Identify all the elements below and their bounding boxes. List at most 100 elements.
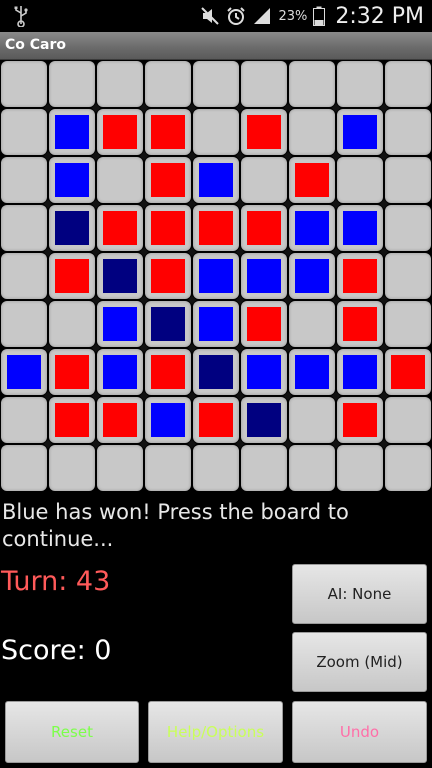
board-cell[interactable] [241,109,287,155]
board-cell[interactable] [145,301,191,347]
board-cell[interactable] [97,157,143,203]
board-cell[interactable] [289,205,335,251]
board-cell[interactable] [241,157,287,203]
board-cell[interactable] [97,109,143,155]
board-cell[interactable] [193,397,239,443]
board-cell[interactable] [49,349,95,395]
board-cell[interactable] [289,157,335,203]
undo-button[interactable]: Undo [292,701,427,763]
board-cell[interactable] [241,301,287,347]
board-cell[interactable] [241,445,287,491]
board-cell[interactable] [385,253,431,299]
board-cell[interactable] [289,445,335,491]
board-cell[interactable] [145,349,191,395]
board-cell[interactable] [241,253,287,299]
board-cell[interactable] [337,109,383,155]
red-stone [103,115,137,149]
board-cell[interactable] [145,61,191,107]
board-cell[interactable] [49,205,95,251]
red-stone [199,403,233,437]
board-cell[interactable] [289,109,335,155]
board-cell[interactable] [49,301,95,347]
board-cell[interactable] [337,349,383,395]
blue-stone [55,115,89,149]
zoom-button[interactable]: Zoom (Mid) [292,632,427,692]
board-cell[interactable] [145,445,191,491]
board-cell[interactable] [385,205,431,251]
board-cell[interactable] [1,61,47,107]
board-cell[interactable] [1,205,47,251]
clock: 2:32 PM [335,3,424,29]
board-cell[interactable] [385,301,431,347]
board-cell[interactable] [385,109,431,155]
board-cell[interactable] [49,445,95,491]
board-cell[interactable] [337,205,383,251]
board-cell[interactable] [241,349,287,395]
board-cell[interactable] [337,445,383,491]
ai-mode-button[interactable]: AI: None [292,564,427,624]
board-cell[interactable] [193,301,239,347]
score-display: Score: 0 [1,635,112,666]
board-cell[interactable] [337,157,383,203]
board-cell[interactable] [289,301,335,347]
board-cell[interactable] [337,397,383,443]
board-cell[interactable] [145,253,191,299]
board-cell[interactable] [193,445,239,491]
board-cell[interactable] [49,61,95,107]
board-cell[interactable] [193,349,239,395]
red-stone [343,307,377,341]
red-stone [55,355,89,389]
board-cell[interactable] [49,253,95,299]
board-cell[interactable] [193,253,239,299]
reset-button[interactable]: Reset [5,701,139,763]
winning-blue-stone [247,403,281,437]
board-cell[interactable] [49,397,95,443]
board-cell[interactable] [337,253,383,299]
board-cell[interactable] [385,397,431,443]
board-cell[interactable] [1,301,47,347]
board-cell[interactable] [289,397,335,443]
board-cell[interactable] [193,61,239,107]
blue-stone [295,211,329,245]
board-cell[interactable] [145,397,191,443]
board-cell[interactable] [193,205,239,251]
board-cell[interactable] [385,61,431,107]
mute-icon [201,7,220,25]
board-cell[interactable] [337,301,383,347]
board-cell[interactable] [49,109,95,155]
board-cell[interactable] [193,109,239,155]
board-cell[interactable] [97,397,143,443]
board-cell[interactable] [385,445,431,491]
board-cell[interactable] [97,205,143,251]
blue-stone [199,163,233,197]
board-cell[interactable] [241,61,287,107]
board-cell[interactable] [1,109,47,155]
board-cell[interactable] [97,445,143,491]
board-cell[interactable] [289,253,335,299]
board-cell[interactable] [145,157,191,203]
board-cell[interactable] [145,109,191,155]
board-cell[interactable] [1,445,47,491]
board-cell[interactable] [337,61,383,107]
board-cell[interactable] [385,349,431,395]
board-cell[interactable] [97,301,143,347]
board-cell[interactable] [97,253,143,299]
board-cell[interactable] [289,61,335,107]
board-cell[interactable] [1,157,47,203]
help-options-button[interactable]: Help/Options [148,701,283,763]
board-cell[interactable] [1,397,47,443]
board-cell[interactable] [241,397,287,443]
game-board[interactable] [0,60,432,496]
board-cell[interactable] [1,349,47,395]
board-cell[interactable] [49,157,95,203]
board-cell[interactable] [385,157,431,203]
board-cell[interactable] [97,61,143,107]
blue-stone [55,163,89,197]
board-cell[interactable] [241,205,287,251]
board-cell[interactable] [289,349,335,395]
blue-stone [343,211,377,245]
board-cell[interactable] [145,205,191,251]
board-cell[interactable] [97,349,143,395]
board-cell[interactable] [193,157,239,203]
board-cell[interactable] [1,253,47,299]
